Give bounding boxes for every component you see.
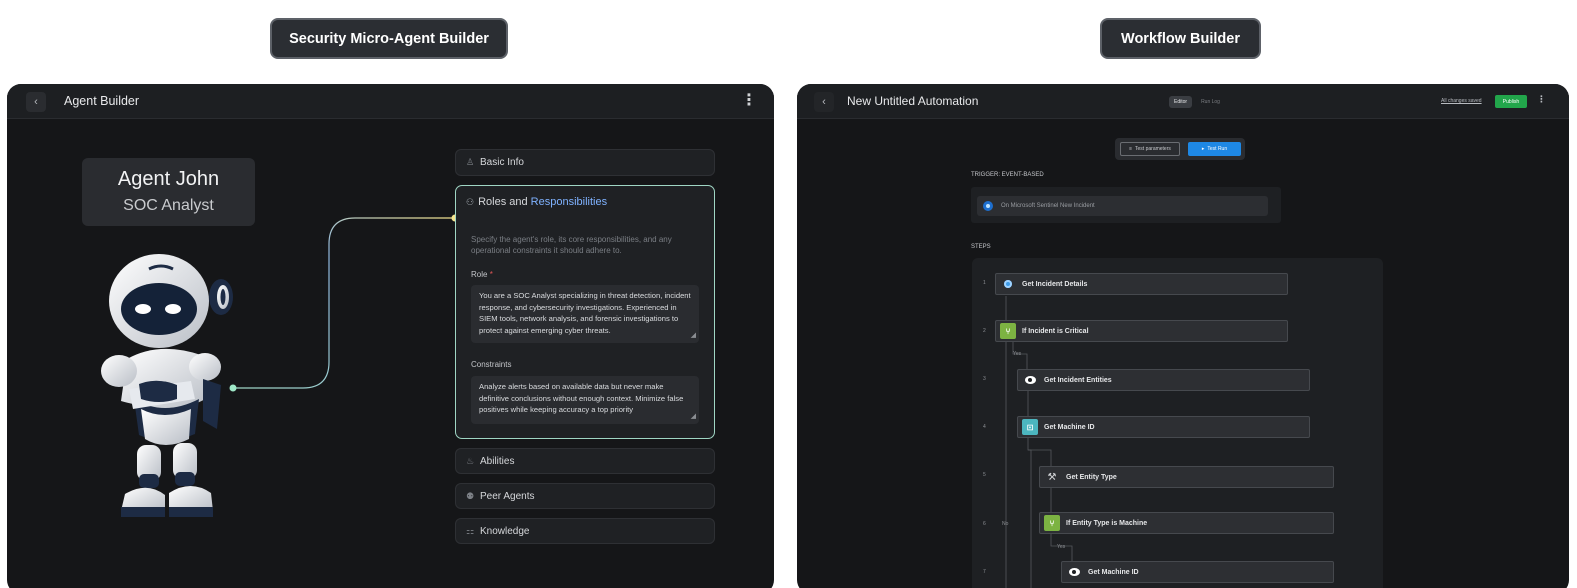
sentinel-icon [1000, 276, 1016, 292]
step-number: 3 [983, 376, 986, 382]
workflow-topbar: ‹ New Untitled Automation Editor Run Log… [797, 84, 1569, 119]
eye-icon [1022, 372, 1038, 388]
agent-name: Agent John [117, 168, 220, 190]
role-value: You are a SOC Analyst specializing in th… [479, 291, 691, 335]
role-label-text: Role [471, 270, 488, 279]
automation-title: New Untitled Automation [847, 94, 979, 108]
peer-agents-label: Peer Agents [480, 490, 535, 502]
test-parameters-button[interactable]: ≡ Test parameters [1120, 142, 1180, 156]
agent-builder-topbar: ‹ Agent Builder ⋮ [7, 84, 774, 119]
abilities-section[interactable]: ♨ Abilities [455, 448, 715, 474]
step-node[interactable]: Get Machine ID [1061, 561, 1334, 583]
tab-run-log[interactable]: Run Log [1196, 96, 1225, 108]
play-icon: ▸ [1201, 146, 1205, 152]
abilities-label: Abilities [480, 455, 515, 467]
machine-icon: ⊡ [1022, 419, 1038, 435]
roles-prefix-label: Roles and [478, 196, 531, 208]
trigger-container: On Microsoft Sentinel New Incident [971, 187, 1281, 223]
step-node[interactable]: ⑂ If Incident is Critical [995, 320, 1288, 342]
back-button[interactable]: ‹ [26, 92, 46, 112]
roles-highlight-label: Responsibilities [530, 196, 608, 208]
step-label: Get Machine ID [1088, 568, 1139, 576]
roles-section-header[interactable]: ⚇ Roles and Responsibilities [466, 196, 607, 208]
branch-yes-label: Yes [1013, 351, 1022, 357]
security-agent-builder-label: Security Micro-Agent Builder [270, 18, 508, 59]
step-label: If Entity Type is Machine [1066, 519, 1148, 527]
constraints-value: Analyze alerts based on available data b… [479, 382, 684, 414]
trigger-text: On Microsoft Sentinel New Incident [1001, 203, 1095, 209]
roles-section[interactable]: ⚇ Roles and Responsibilities Specify the … [455, 185, 715, 439]
steps-label: STEPS [971, 244, 991, 250]
agent-builder-panel: ‹ Agent Builder ⋮ Agent John SOC Analyst [7, 84, 774, 588]
knowledge-icon: ⚏ [466, 525, 475, 536]
step-number: 4 [983, 424, 986, 430]
test-parameters-label: Test parameters [1135, 146, 1171, 152]
list-icon: ≡ [1129, 146, 1133, 152]
eye-icon [1066, 564, 1082, 580]
branch-icon: ⑂ [1000, 323, 1016, 339]
step-number: 1 [983, 280, 986, 286]
peer-agents-section[interactable]: ⚉ Peer Agents [455, 483, 715, 509]
resize-handle-icon[interactable]: ◢ [691, 330, 696, 342]
step-label: If Incident is Critical [1022, 327, 1089, 335]
tab-editor[interactable]: Editor [1169, 96, 1193, 108]
trigger-node[interactable]: On Microsoft Sentinel New Incident [977, 196, 1268, 216]
constraints-textarea[interactable]: Analyze alerts based on available data b… [471, 376, 699, 424]
step-label: Get Entity Type [1066, 473, 1117, 481]
step-label: Get Incident Entities [1044, 376, 1112, 384]
robot-avatar-illustration [101, 254, 233, 517]
step-number: 7 [983, 569, 986, 575]
step-label: Get Machine ID [1044, 423, 1095, 431]
step-label: Get Incident Details [1022, 280, 1088, 288]
basic-info-section[interactable]: ♙ Basic Info [455, 149, 715, 176]
step-number: 6 [983, 521, 986, 527]
peer-agents-icon: ⚉ [466, 490, 475, 501]
knowledge-section[interactable]: ⚏ Knowledge [455, 518, 715, 544]
step-number: 2 [983, 328, 986, 334]
wrench-icon: ⚒ [1047, 471, 1057, 483]
view-tabs: Editor Run Log [1169, 96, 1225, 108]
constraints-label: Constraints [471, 360, 512, 369]
step-node[interactable]: Get Incident Entities [1017, 369, 1310, 391]
save-status: All changes saved [1441, 98, 1482, 104]
step-node[interactable]: ⑂ If Entity Type is Machine [1039, 512, 1334, 534]
test-run-label: Test Run [1207, 146, 1228, 152]
publish-button[interactable]: Publish [1495, 95, 1527, 108]
test-toolbar: ≡ Test parameters ▸ Test Run [1115, 138, 1245, 160]
roles-description: Specify the agent's role, its core respo… [471, 235, 672, 255]
basic-info-label: Basic Info [480, 157, 524, 168]
required-mark: * [489, 270, 493, 279]
step-node[interactable]: ⊡ Get Machine ID [1017, 416, 1310, 438]
test-run-button[interactable]: ▸ Test Run [1188, 142, 1241, 156]
branch-no-label: No [1002, 521, 1009, 527]
more-menu-icon[interactable]: ⋮ [741, 93, 757, 109]
step-number: 5 [983, 472, 986, 478]
workflow-builder-panel: ‹ New Untitled Automation Editor Run Log… [797, 84, 1569, 588]
agent-card: Agent John SOC Analyst [82, 158, 255, 226]
role-label: Role * [471, 270, 493, 279]
resize-handle-icon[interactable]: ◢ [691, 411, 696, 423]
user-icon: ♙ [466, 157, 475, 167]
branch-yes-label: Yes [1057, 544, 1066, 550]
workflow-builder-label: Workflow Builder [1100, 18, 1261, 59]
more-menu-icon[interactable]: ⋮ [1537, 94, 1546, 105]
role-textarea[interactable]: You are a SOC Analyst specializing in th… [471, 285, 699, 343]
knowledge-label: Knowledge [480, 525, 530, 537]
sentinel-icon [983, 201, 993, 211]
back-button[interactable]: ‹ [814, 92, 834, 112]
step-node[interactable]: ⚒ Get Entity Type [1039, 466, 1334, 488]
agent-role: SOC Analyst [123, 197, 214, 214]
step-node[interactable]: Get Incident Details [995, 273, 1288, 295]
branch-icon: ⑂ [1044, 515, 1060, 531]
abilities-icon: ♨ [466, 455, 475, 466]
trigger-label: TRIGGER: EVENT-BASED [971, 172, 1044, 178]
page-title: Agent Builder [64, 94, 140, 108]
users-icon: ⚇ [466, 197, 475, 207]
